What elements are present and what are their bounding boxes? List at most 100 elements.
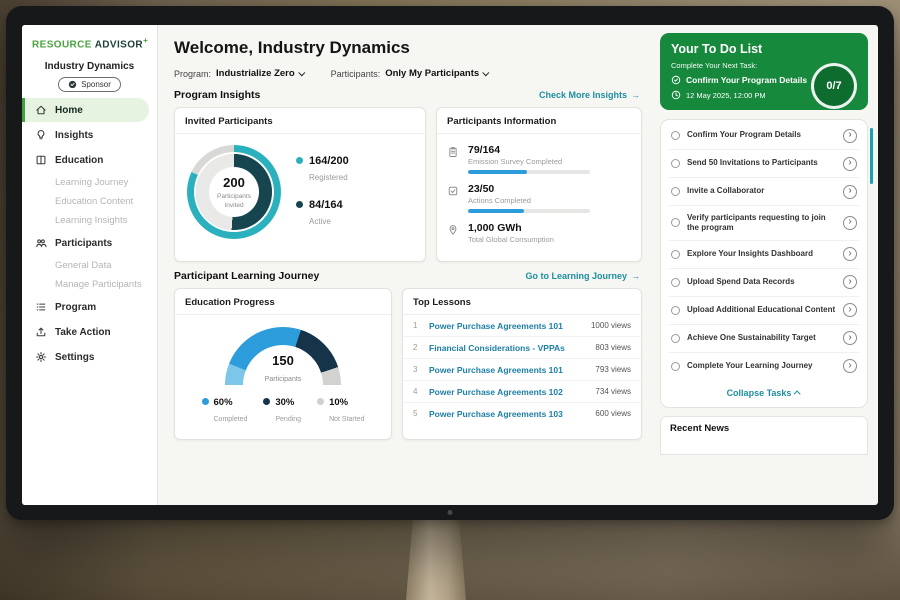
task-row-upload-spend-data[interactable]: Upload Spend Data Records › — [669, 269, 859, 297]
card-title: Top Lessons — [403, 289, 641, 315]
education-gauge-chart: 150 Participants — [225, 327, 341, 385]
sidebar-item-insights[interactable]: Insights — [22, 123, 157, 147]
legend-item-registered: 164/200 Registered — [296, 155, 349, 185]
lesson-link[interactable]: Power Purchase Agreements 101 — [429, 321, 583, 331]
sidebar-item-learning-journey[interactable]: Learning Journey — [22, 173, 157, 192]
gauge-area: 150 Participants 60% Completed — [175, 315, 391, 426]
task-row-send-invitations[interactable]: Send 50 Invitations to Participants › — [669, 150, 859, 178]
go-to-learning-journey-link[interactable]: Go to Learning Journey → — [525, 271, 640, 281]
lesson-link[interactable]: Power Purchase Agreements 103 — [429, 409, 587, 419]
sidebar-item-take-action[interactable]: Take Action — [22, 320, 157, 344]
collapse-label: Collapse Tasks — [727, 388, 792, 398]
metric-value: 79/164 — [468, 144, 590, 156]
lesson-row: 3 Power Purchase Agreements 101 793 view… — [403, 359, 641, 381]
sidebar-item-education[interactable]: Education — [22, 148, 157, 172]
lesson-views: 1000 views — [591, 321, 631, 330]
upload-icon — [35, 326, 47, 338]
legend-label: Registered — [309, 173, 348, 182]
gauge-center-value: 150 — [225, 353, 341, 368]
lesson-link[interactable]: Power Purchase Agreements 101 — [429, 365, 587, 375]
collapse-tasks-button[interactable]: Collapse Tasks — [669, 380, 859, 405]
check-square-icon — [447, 185, 459, 197]
sidebar: RESOURCE ADVISOR+ Industry Dynamics Spon… — [22, 25, 158, 505]
task-label: Achieve One Sustainability Target — [687, 333, 836, 343]
task-checkbox[interactable] — [671, 218, 680, 227]
sidebar-item-label: Take Action — [55, 327, 111, 338]
legend-item-completed: 60% Completed — [202, 397, 248, 426]
chevron-down-icon — [482, 69, 489, 76]
chevron-right-icon[interactable]: › — [843, 157, 857, 171]
main-content: Welcome, Industry Dynamics Program: Indu… — [158, 25, 654, 505]
legend-dot-active — [296, 201, 303, 208]
task-checkbox[interactable] — [671, 278, 680, 287]
legend-value: 30% — [275, 397, 301, 408]
chevron-right-icon[interactable]: › — [843, 359, 857, 373]
monitor-stand — [406, 514, 466, 600]
chevron-right-icon[interactable]: › — [843, 216, 857, 230]
sidebar-item-manage-participants[interactable]: Manage Participants — [22, 275, 157, 294]
participants-filter-label: Participants: — [331, 69, 381, 79]
clock-icon — [671, 90, 681, 100]
participants-filter-dropdown[interactable]: Participants: Only My Participants — [331, 68, 490, 79]
sidebar-item-home[interactable]: Home — [22, 98, 149, 122]
sidebar-item-participants[interactable]: Participants — [22, 231, 157, 255]
card-title: Invited Participants — [175, 108, 425, 134]
program-insights-header: Program Insights Check More Insights → — [174, 89, 640, 101]
people-icon — [35, 237, 47, 249]
sidebar-item-education-content[interactable]: Education Content — [22, 192, 157, 211]
program-filter-dropdown[interactable]: Program: Industrialize Zero — [174, 68, 305, 79]
program-insights-cards: Invited Participants 200 Participants In… — [174, 107, 642, 262]
legend-dot-registered — [296, 157, 303, 164]
legend-value: 164/200 — [309, 155, 349, 167]
lesson-row: 2 Financial Considerations - VPPAs 803 v… — [403, 337, 641, 359]
org-name: Industry Dynamics — [22, 61, 157, 72]
filters-row: Program: Industrialize Zero Participants… — [174, 68, 642, 79]
legend-item-active: 84/164 Active — [296, 199, 349, 229]
chevron-right-icon[interactable]: › — [843, 275, 857, 289]
task-row-upload-educational-content[interactable]: Upload Additional Educational Content › — [669, 297, 859, 325]
task-label: Complete Your Learning Journey — [687, 361, 836, 371]
task-checkbox[interactable] — [671, 131, 680, 140]
logo-plus: + — [143, 36, 148, 45]
chevron-right-icon[interactable]: › — [843, 303, 857, 317]
sidebar-item-program[interactable]: Program — [22, 295, 157, 319]
task-row-confirm-program[interactable]: Confirm Your Program Details › — [669, 122, 859, 150]
lesson-views: 803 views — [595, 343, 631, 352]
lesson-views: 793 views — [595, 365, 631, 374]
legend-label: Pending — [275, 416, 301, 423]
dashboard-screen: RESOURCE ADVISOR+ Industry Dynamics Spon… — [22, 25, 878, 505]
invited-donut-chart: 200 Participants Invited — [187, 145, 281, 239]
chevron-right-icon[interactable]: › — [843, 129, 857, 143]
lesson-row: 5 Power Purchase Agreements 103 600 view… — [403, 403, 641, 424]
lightbulb-icon — [35, 129, 47, 141]
task-row-invite-collaborator[interactable]: Invite a Collaborator › — [669, 178, 859, 206]
task-checkbox[interactable] — [671, 159, 680, 168]
lesson-link[interactable]: Financial Considerations - VPPAs — [429, 343, 587, 353]
task-row-verify-participants[interactable]: Verify participants requesting to join t… — [669, 206, 859, 241]
chevron-right-icon[interactable]: › — [843, 247, 857, 261]
map-pin-icon — [447, 224, 459, 236]
chevron-down-icon — [298, 69, 305, 76]
task-row-explore-insights[interactable]: Explore Your Insights Dashboard › — [669, 241, 859, 269]
next-task-label: Confirm Your Program Details — [686, 75, 807, 85]
task-checkbox[interactable] — [671, 306, 680, 315]
task-checkbox[interactable] — [671, 187, 680, 196]
lesson-rank: 4 — [413, 387, 421, 396]
chevron-right-icon[interactable]: › — [843, 331, 857, 345]
chevron-right-icon[interactable]: › — [843, 185, 857, 199]
lesson-link[interactable]: Power Purchase Agreements 102 — [429, 387, 587, 397]
card-title: Participants Information — [437, 108, 641, 134]
task-row-complete-learning-journey[interactable]: Complete Your Learning Journey › — [669, 353, 859, 380]
todo-next-task[interactable]: Confirm Your Program Details — [671, 75, 816, 85]
check-more-insights-link[interactable]: Check More Insights → — [539, 90, 640, 100]
scrollbar[interactable] — [870, 128, 873, 184]
sponsor-badge[interactable]: Sponsor — [58, 77, 121, 92]
task-checkbox[interactable] — [671, 362, 680, 371]
task-checkbox[interactable] — [671, 334, 680, 343]
sidebar-item-learning-insights[interactable]: Learning Insights — [22, 211, 157, 230]
task-checkbox[interactable] — [671, 250, 680, 259]
sidebar-item-general-data[interactable]: General Data — [22, 256, 157, 275]
task-row-achieve-target[interactable]: Achieve One Sustainability Target › — [669, 325, 859, 353]
sidebar-item-label: Education — [55, 155, 103, 166]
sidebar-item-settings[interactable]: Settings — [22, 345, 157, 369]
